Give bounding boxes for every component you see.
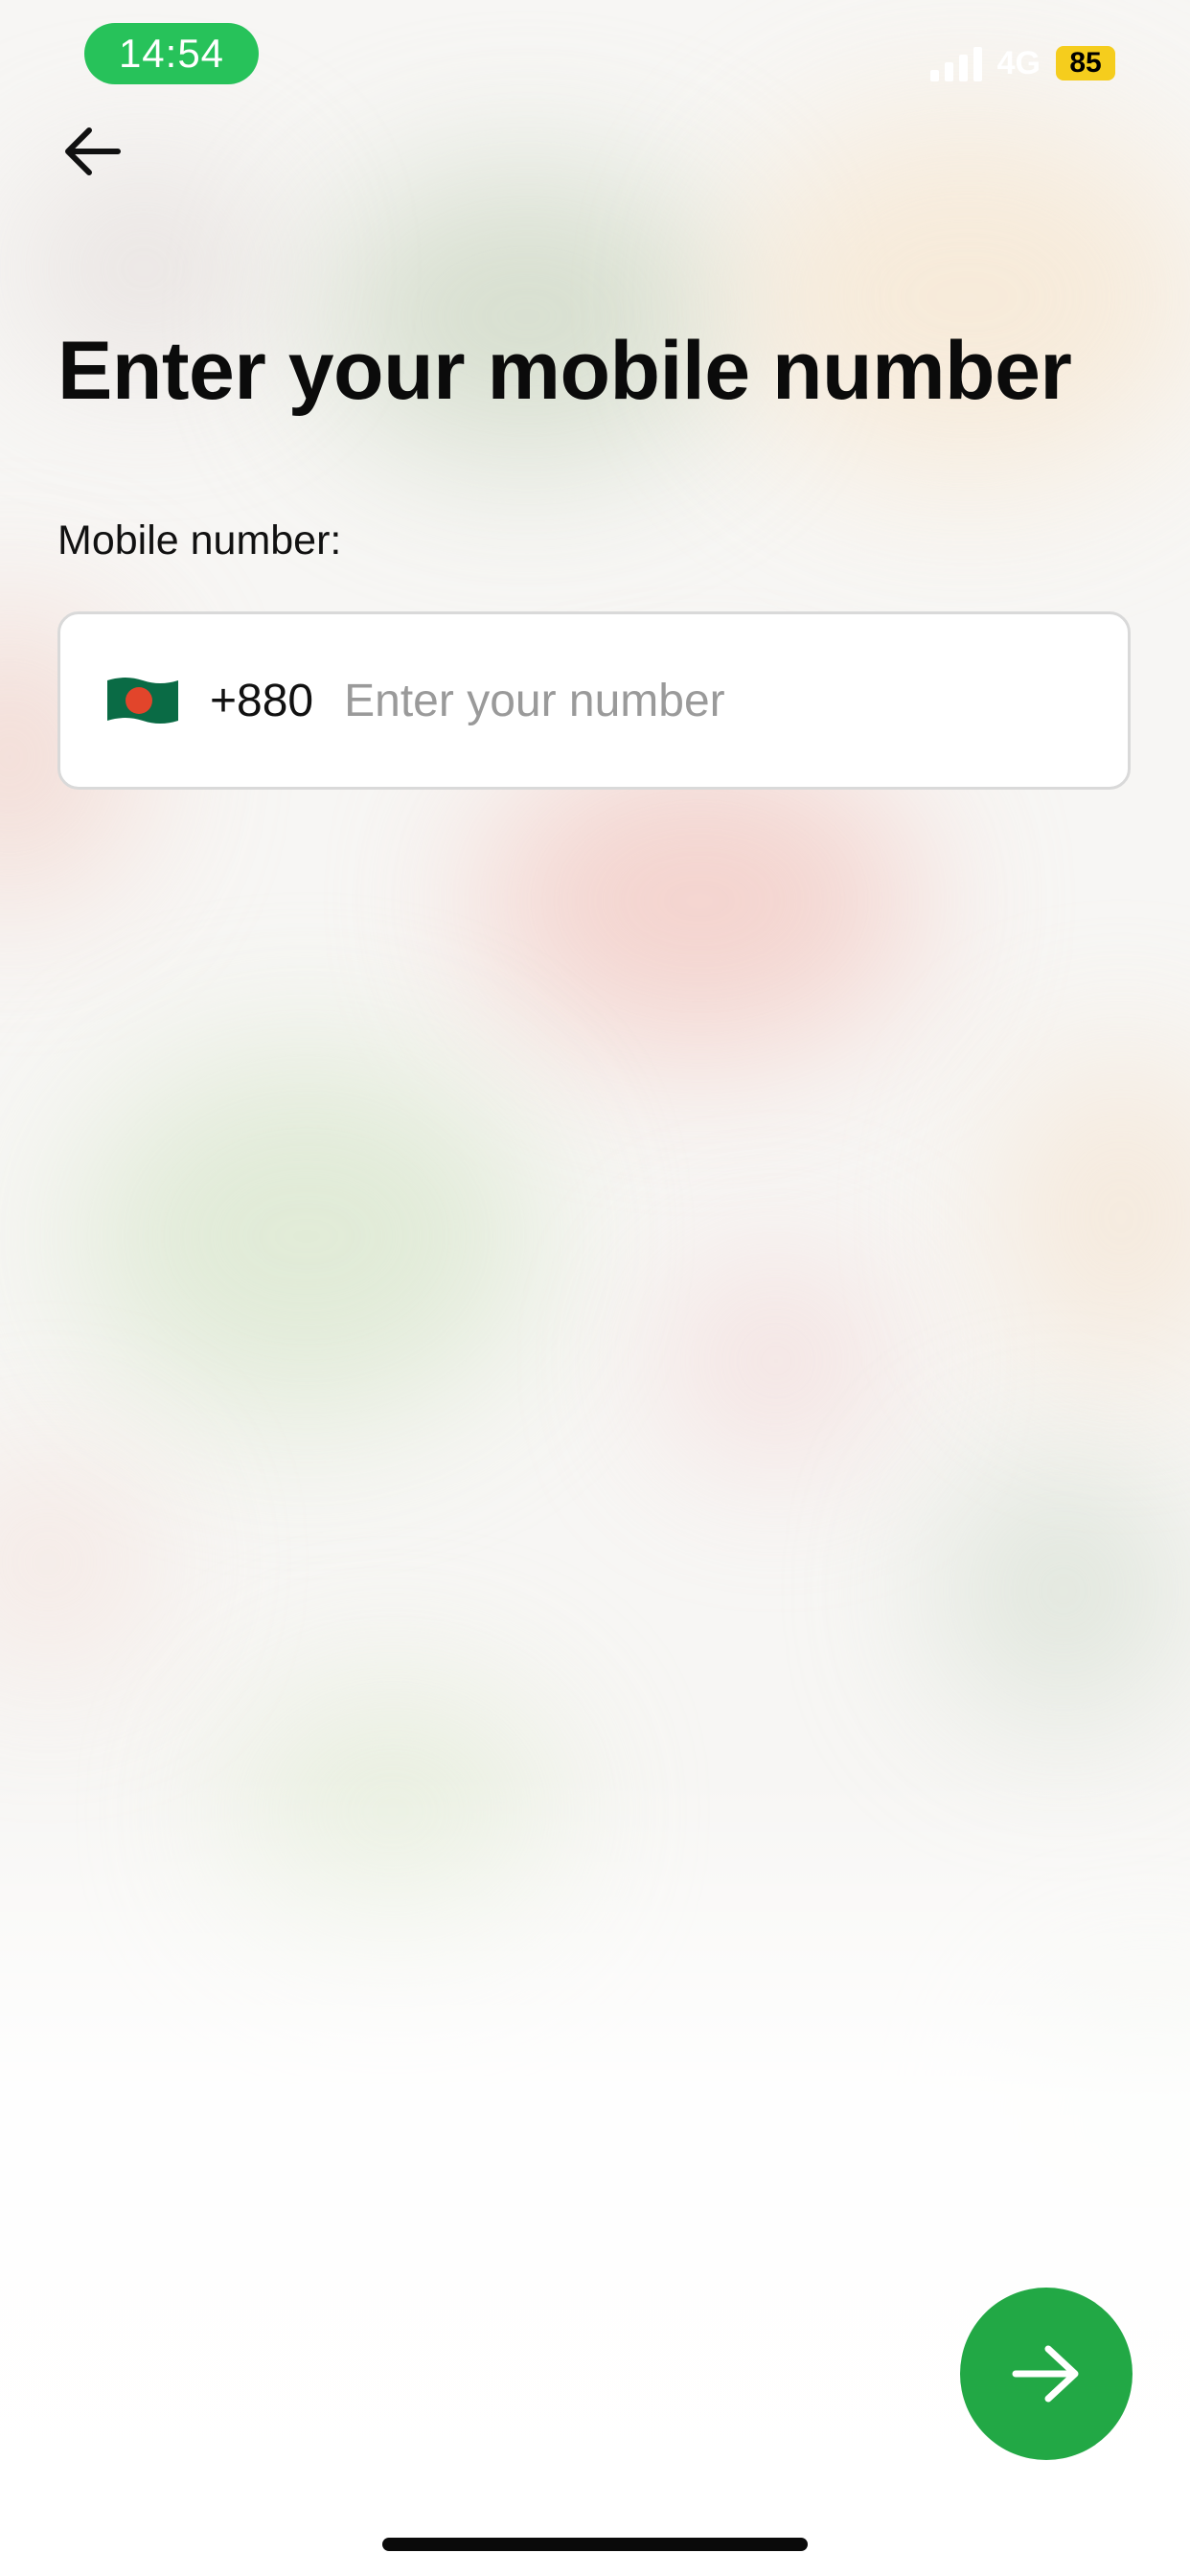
bangladesh-flag-icon[interactable] <box>104 673 181 728</box>
mobile-number-label: Mobile number: <box>57 518 342 564</box>
back-button[interactable] <box>54 113 130 190</box>
network-type: 4G <box>996 44 1041 81</box>
page-title: Enter your mobile number <box>57 325 1072 417</box>
battery-level: 85 <box>1056 46 1115 80</box>
cellular-signal-icon <box>929 45 982 81</box>
next-button[interactable] <box>960 2288 1133 2460</box>
mobile-number-field[interactable]: +880 <box>57 611 1131 790</box>
country-code[interactable]: +880 <box>210 675 313 727</box>
mobile-number-input[interactable] <box>344 674 1016 727</box>
status-indicators: 4G 85 <box>929 42 1115 84</box>
arrow-left-icon <box>65 127 121 175</box>
arrow-right-icon <box>1012 2345 1079 2403</box>
status-time: 14:54 <box>84 23 259 84</box>
home-indicator <box>382 2538 808 2551</box>
